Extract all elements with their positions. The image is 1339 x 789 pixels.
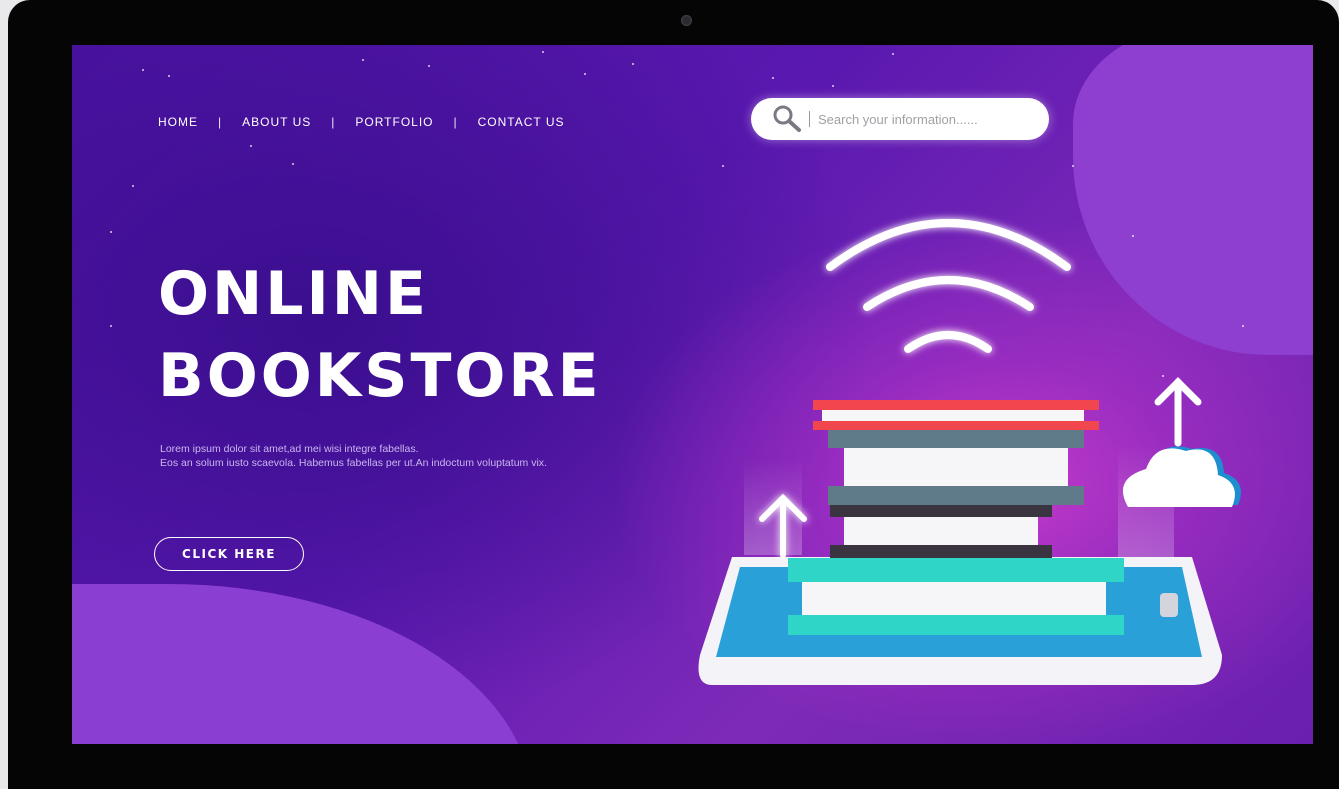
nav-separator: | [218, 115, 223, 129]
tablet [698, 557, 1222, 685]
title-line-online: ONLINE [158, 259, 429, 329]
light-beam [1118, 445, 1174, 565]
search-divider [809, 111, 810, 127]
webcam [681, 15, 692, 26]
upload-arrow-icon [759, 493, 807, 558]
nav-portfolio[interactable]: PORTFOLIO [355, 115, 433, 129]
cloud-upload-icon [1122, 377, 1241, 507]
bottom-left-shape [72, 584, 532, 744]
light-beam [744, 460, 802, 555]
hero-description: Lorem ipsum dolor sit amet,ad mei wisi i… [160, 442, 547, 470]
nav-separator: | [331, 115, 336, 129]
monitor-frame: HOME | ABOUT US | PORTFOLIO | CONTACT US… [8, 0, 1339, 789]
books-stack [788, 400, 1124, 635]
search-box[interactable] [751, 98, 1049, 140]
search-input[interactable] [816, 110, 1020, 128]
nav-separator: | [453, 115, 458, 129]
page-title: ONLINE BOOKSTORE [158, 253, 602, 417]
description-line-2: Eos an solum iusto scaevola. Habemus fab… [160, 457, 547, 469]
top-nav: HOME | ABOUT US | PORTFOLIO | CONTACT US [158, 115, 565, 129]
nav-about-us[interactable]: ABOUT US [242, 115, 311, 129]
top-right-shape [1073, 45, 1313, 355]
title-line-bookstore: BOOKSTORE [158, 341, 602, 411]
search-icon[interactable] [769, 101, 805, 137]
nav-home[interactable]: HOME [158, 115, 198, 129]
nav-contact-us[interactable]: CONTACT US [478, 115, 565, 129]
landing-page: HOME | ABOUT US | PORTFOLIO | CONTACT US… [72, 45, 1313, 744]
click-here-button[interactable]: CLICK HERE [154, 537, 304, 571]
wifi-icon [826, 219, 1071, 353]
description-line-1: Lorem ipsum dolor sit amet,ad mei wisi i… [160, 443, 419, 455]
